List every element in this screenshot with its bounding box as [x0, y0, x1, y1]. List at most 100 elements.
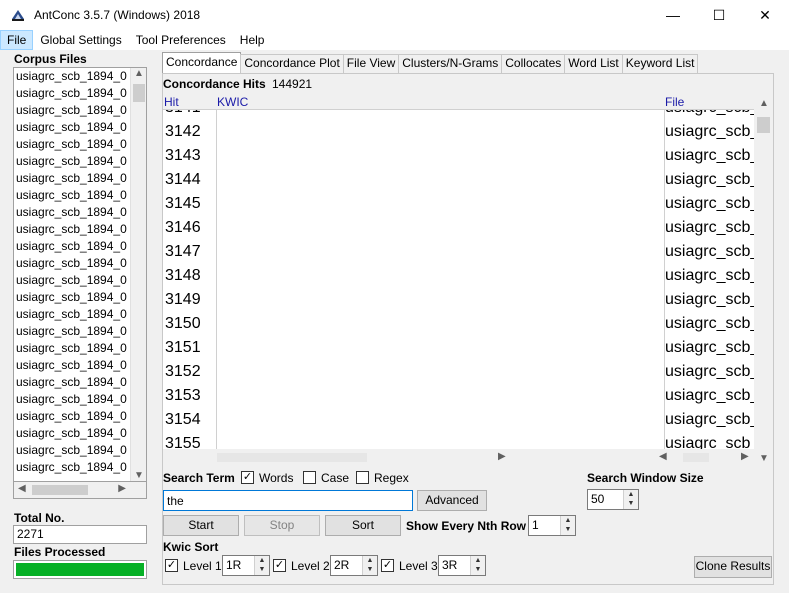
corpus-file-item[interactable]: usiagrc_scb_1894_0 — [14, 187, 132, 204]
menu-tool-preferences[interactable]: Tool Preferences — [129, 30, 233, 50]
corpus-file-item[interactable]: usiagrc_scb_1894_0 — [14, 153, 132, 170]
menu-global-settings[interactable]: Global Settings — [33, 30, 128, 50]
concordance-row[interactable]: 3152. Stoner is the representative ofthe… — [163, 361, 754, 385]
concordance-row[interactable]: 3150rch to arrange for entertain ingrthe… — [163, 313, 754, 337]
kwic-scroll-right-icon[interactable]: ▶ — [498, 451, 506, 462]
tab-file-view[interactable]: File View — [342, 54, 400, 73]
corpus-file-list[interactable]: usiagrc_scb_1894_0 usiagrc_scb_1894_0 usia… — [13, 67, 147, 482]
sort-button[interactable]: Sort — [325, 515, 401, 536]
concordance-row[interactable]: 3146ch has extended an invitation tothe … — [163, 217, 754, 241]
corpus-file-item[interactable]: usiagrc_scb_1894_0 — [14, 255, 132, 272]
grid-vscroll[interactable]: ▲ ▼ — [755, 95, 772, 467]
tab-collocates[interactable]: Collocates — [501, 54, 566, 73]
file-scroll-left-icon[interactable]: ◀ — [659, 451, 667, 462]
corpus-file-item[interactable]: usiagrc_scb_1894_0 — [14, 119, 132, 136]
corpus-file-item[interactable]: usiagrc_scb_1894_0 — [14, 289, 132, 306]
corpus-files-label: Corpus Files — [14, 52, 87, 66]
concordance-grid[interactable]: 3141s Mis¬ sionary in Bulgaria underthe … — [163, 109, 754, 449]
grid-scroll-down-icon[interactable]: ▼ — [759, 453, 769, 464]
level-2-spinner[interactable]: 2R ▲ ▼ — [330, 555, 378, 576]
spinner-arrows-icon[interactable]: ▲ ▼ — [470, 556, 485, 575]
col-hit-header[interactable]: Hit — [164, 95, 179, 109]
menu-help[interactable]: Help — [233, 30, 272, 50]
level-1-spinner[interactable]: 1R ▲ ▼ — [222, 555, 270, 576]
grid-vscroll-thumb[interactable] — [757, 117, 770, 133]
regex-checkbox[interactable] — [356, 471, 369, 484]
corpus-file-item[interactable]: usiagrc_scb_1894_0 — [14, 442, 132, 459]
clone-results-button[interactable]: Clone Results — [694, 556, 772, 578]
file-hscroll-thumb[interactable] — [683, 453, 709, 462]
spinner-arrows-icon[interactable]: ▲ ▼ — [362, 556, 377, 575]
file-list-hscroll-thumb[interactable] — [32, 485, 88, 495]
corpus-file-item[interactable]: usiagrc_scb_1894_0 — [14, 102, 132, 119]
col-file-header[interactable]: File — [665, 95, 684, 109]
corpus-file-item[interactable]: usiagrc_scb_1894_0 — [14, 374, 132, 391]
level-3-spinner[interactable]: 3R ▲ ▼ — [438, 555, 486, 576]
corpus-file-item[interactable]: usiagrc_scb_1894_0 — [14, 306, 132, 323]
tab-keyword-list[interactable]: Keyword List — [621, 54, 699, 73]
corpus-file-item[interactable]: usiagrc_scb_1894_0 — [14, 340, 132, 357]
corpus-file-item[interactable]: usiagrc_scb_1894_0 — [14, 459, 132, 476]
spinner-arrows-icon[interactable]: ▲ ▼ — [560, 516, 575, 535]
concordance-row[interactable]: 3145ions. Dr. Bradley is a member ofthe … — [163, 193, 754, 217]
corpus-file-item[interactable]: usiagrc_scb_1894_0 — [14, 238, 132, 255]
corpus-file-item[interactable]: usiagrc_scb_1894_0 — [14, 170, 132, 187]
scroll-left-icon[interactable]: ◀ — [18, 483, 26, 494]
concordance-row[interactable]: 3143Turkey, under the aus— pices ofthe A… — [163, 145, 754, 169]
concordance-row[interactable]: 3144n of Boston, foreign secretary ofthe… — [163, 169, 754, 193]
words-checkbox[interactable]: ✓ — [241, 471, 254, 484]
concordance-row[interactable]: 3153the charge of libel preferred bythe … — [163, 385, 754, 409]
file-list-vscroll[interactable]: ▲ ▼ — [130, 68, 146, 481]
file-list-vscroll-thumb[interactable] — [133, 84, 145, 102]
hit-file: usiagrc_scb_ — [665, 219, 754, 237]
level-2-checkbox[interactable]: ✓ — [273, 559, 286, 572]
search-term-input[interactable] — [163, 490, 413, 511]
corpus-file-item[interactable]: usiagrc_scb_1894_0 — [14, 85, 132, 102]
corpus-file-item[interactable]: usiagrc_scb_1894_0 — [14, 425, 132, 442]
concordance-row[interactable]: 3142here he will attend a meeting ofthe … — [163, 121, 754, 145]
concordance-row[interactable]: 3147sign on account of heavy work.The Am… — [163, 241, 754, 265]
level-1-checkbox[interactable]: ✓ — [165, 559, 178, 572]
corpus-file-item[interactable]: usiagrc_scb_1894_0 — [14, 272, 132, 289]
scroll-down-icon[interactable]: ▼ — [134, 470, 144, 481]
corpus-file-item[interactable]: usiagrc_scb_1894_0 — [14, 68, 132, 85]
corpus-file-item[interactable]: usiagrc_scb_1894_0 — [14, 221, 132, 238]
concordance-row[interactable]: 3141s Mis¬ sionary in Bulgaria underthe … — [163, 110, 754, 121]
concordance-row[interactable]: 3155hat famous libel suit brought bythe … — [163, 433, 754, 449]
corpus-file-item[interactable]: usiagrc_scb_1894_0 — [14, 136, 132, 153]
spinner-arrows-icon[interactable]: ▲ ▼ — [623, 490, 638, 509]
tab-concordance-plot[interactable]: Concordance Plot — [240, 54, 344, 73]
spinner-arrows-icon[interactable]: ▲ ▼ — [254, 556, 269, 575]
grid-scroll-up-icon[interactable]: ▲ — [759, 98, 769, 109]
nth-row-spinner[interactable]: 1 ▲ ▼ — [528, 515, 576, 536]
kwic-hscroll-thumb[interactable] — [217, 453, 367, 462]
case-checkbox[interactable] — [303, 471, 316, 484]
corpus-file-item[interactable]: usiagrc_scb_1894_0 — [14, 357, 132, 374]
file-scroll-right-icon[interactable]: ▶ — [741, 451, 749, 462]
corpus-file-item[interactable]: usiagrc_scb_1894_0 — [14, 204, 132, 221]
tab-concordance[interactable]: Concordance — [162, 52, 242, 73]
minimize-button[interactable]: — — [650, 0, 696, 30]
corpus-file-item[interactable]: usiagrc_scb_1894_0 — [14, 391, 132, 408]
file-list-hscroll[interactable]: ◀ ▶ — [13, 482, 147, 499]
search-window-size-spinner[interactable]: 50 ▲ ▼ — [587, 489, 639, 510]
advanced-button[interactable]: Advanced — [417, 490, 487, 511]
corpus-file-item[interactable]: usiagrc_scb_1894_0 — [14, 323, 132, 340]
concordance-row[interactable]: 3154us circles. * * On the other handthe… — [163, 409, 754, 433]
concordance-row[interactable]: 3151ess of President Gates’ suit withthe… — [163, 337, 754, 361]
maximize-button[interactable]: ☐ — [696, 0, 742, 30]
menu-file[interactable]: File — [0, 30, 34, 50]
scroll-right-icon[interactable]: ▶ — [118, 483, 126, 494]
tab-clusters-n-grams[interactable]: Clusters/N-Grams — [398, 54, 503, 73]
grid-hscroll[interactable]: ▶ ◀ ▶ — [163, 449, 754, 466]
start-button[interactable]: Start — [163, 515, 239, 536]
tab-word-list[interactable]: Word List — [564, 54, 623, 73]
close-button[interactable]: ✕ — [742, 0, 788, 30]
concordance-row[interactable]: 3149d to a mission field in Turkey bythe… — [163, 289, 754, 313]
concordance-row[interactable]: 3148teaching of religious doctrines.The … — [163, 265, 754, 289]
level-3-checkbox[interactable]: ✓ — [381, 559, 394, 572]
corpus-file-item[interactable]: usiagrc_scb_1894_0 — [14, 408, 132, 425]
scroll-up-icon[interactable]: ▲ — [134, 68, 144, 79]
col-kwic-header[interactable]: KWIC — [217, 95, 248, 109]
stop-button[interactable]: Stop — [244, 515, 320, 536]
